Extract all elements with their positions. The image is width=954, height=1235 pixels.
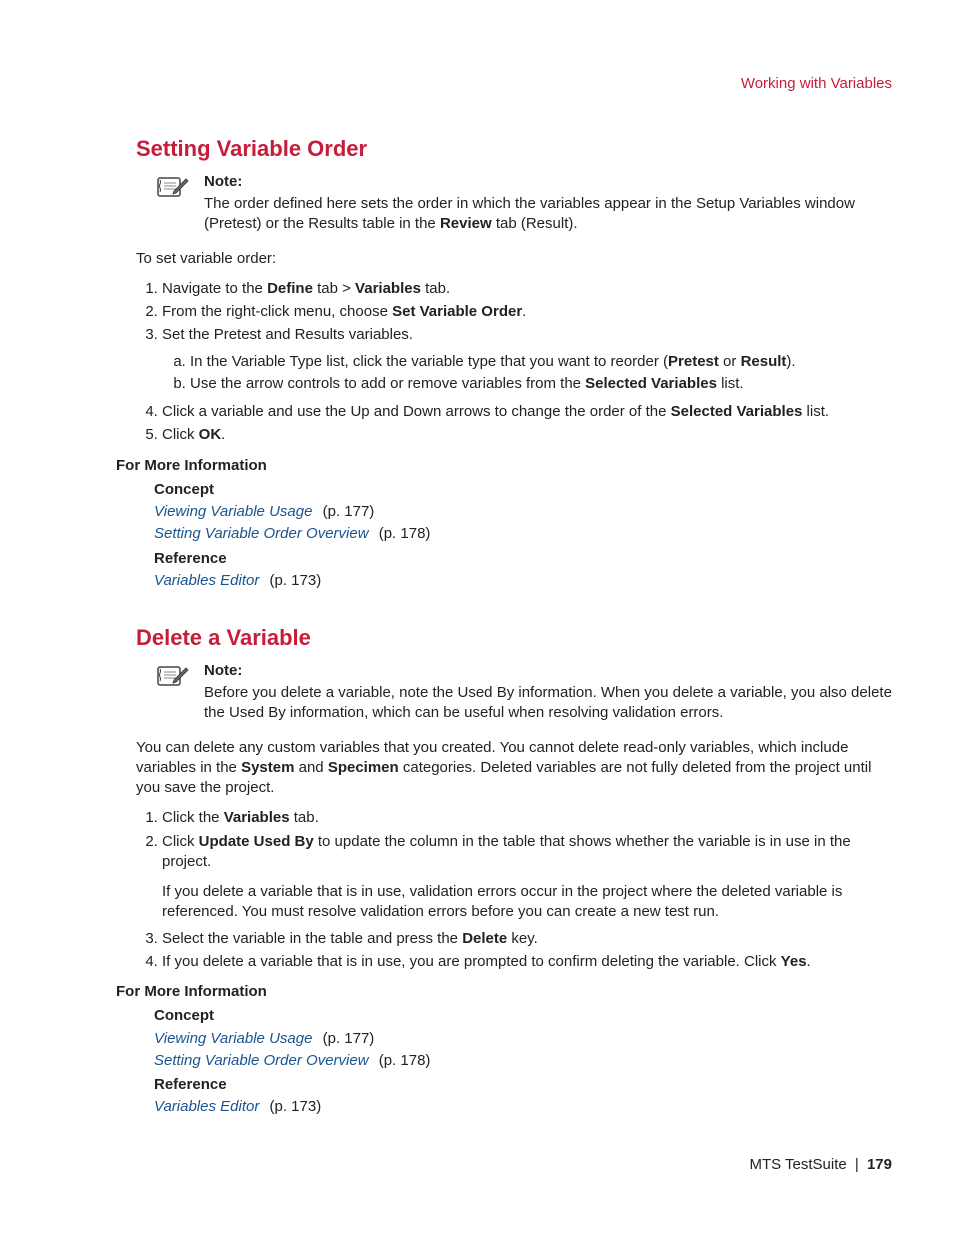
ordered-steps: Navigate to the Define tab > Variables t…	[136, 279, 892, 446]
step-4: If you delete a variable that is in use,…	[162, 952, 892, 972]
note-block: Note: The order defined here sets the or…	[156, 172, 892, 235]
step-3b: Use the arrow controls to add or remove …	[190, 374, 892, 394]
fmi-concept-label: Concept	[154, 1006, 892, 1026]
page-ref: (p. 177)	[318, 503, 374, 520]
footer-product: MTS TestSuite	[749, 1156, 846, 1173]
note-text: Before you delete a variable, note the U…	[204, 684, 892, 721]
link-viewing-variable-usage[interactable]: Viewing Variable Usage	[154, 503, 312, 520]
section-heading-delete-a-variable: Delete a Variable	[136, 623, 892, 653]
fmi-link-line: Variables Editor (p. 173)	[154, 571, 892, 591]
note-icon	[156, 661, 190, 695]
step-1: Navigate to the Define tab > Variables t…	[162, 279, 892, 299]
step-2: Click Update Used By to update the colum…	[162, 832, 892, 923]
note-text: The order defined here sets the order in…	[204, 195, 855, 232]
page-ref: (p. 173)	[265, 572, 321, 589]
note-icon	[156, 172, 190, 206]
fmi-link-line: Variables Editor (p. 173)	[154, 1097, 892, 1117]
for-more-information-heading: For More Information	[116, 456, 892, 476]
fmi-concept-label: Concept	[154, 480, 892, 500]
step-3a: In the Variable Type list, click the var…	[190, 352, 892, 372]
page-ref: (p. 173)	[265, 1098, 321, 1115]
note-block: Note: Before you delete a variable, note…	[156, 661, 892, 724]
step-3: Select the variable in the table and pre…	[162, 929, 892, 949]
fmi-link-line: Setting Variable Order Overview (p. 178)	[154, 524, 892, 544]
page-ref: (p. 177)	[318, 1030, 374, 1047]
footer-page-number: 179	[867, 1156, 892, 1173]
step-3: Set the Pretest and Results variables. I…	[162, 325, 892, 394]
link-variables-editor[interactable]: Variables Editor	[154, 1098, 259, 1115]
ordered-steps: Click the Variables tab. Click Update Us…	[136, 808, 892, 972]
fmi-reference-label: Reference	[154, 1075, 892, 1095]
link-setting-variable-order-overview[interactable]: Setting Variable Order Overview	[154, 1052, 369, 1069]
page-ref: (p. 178)	[375, 525, 431, 542]
running-header: Working with Variables	[136, 74, 892, 94]
for-more-information-heading: For More Information	[116, 982, 892, 1002]
link-viewing-variable-usage[interactable]: Viewing Variable Usage	[154, 1030, 312, 1047]
step-2-extra: If you delete a variable that is in use,…	[162, 882, 892, 923]
fmi-reference-label: Reference	[154, 549, 892, 569]
page-ref: (p. 178)	[375, 1052, 431, 1069]
note-label: Note:	[204, 172, 892, 192]
fmi-link-line: Viewing Variable Usage (p. 177)	[154, 502, 892, 522]
footer-separator: |	[851, 1156, 863, 1173]
page-footer: MTS TestSuite | 179	[749, 1155, 892, 1175]
fmi-link-line: Setting Variable Order Overview (p. 178)	[154, 1051, 892, 1071]
body-paragraph: You can delete any custom variables that…	[136, 738, 892, 799]
link-setting-variable-order-overview[interactable]: Setting Variable Order Overview	[154, 525, 369, 542]
link-variables-editor[interactable]: Variables Editor	[154, 572, 259, 589]
lead-text: To set variable order:	[136, 249, 892, 269]
note-label: Note:	[204, 661, 892, 681]
step-5: Click OK.	[162, 425, 892, 445]
section-heading-setting-variable-order: Setting Variable Order	[136, 134, 892, 164]
step-2: From the right-click menu, choose Set Va…	[162, 302, 892, 322]
fmi-link-line: Viewing Variable Usage (p. 177)	[154, 1029, 892, 1049]
step-1: Click the Variables tab.	[162, 808, 892, 828]
step-4: Click a variable and use the Up and Down…	[162, 402, 892, 422]
